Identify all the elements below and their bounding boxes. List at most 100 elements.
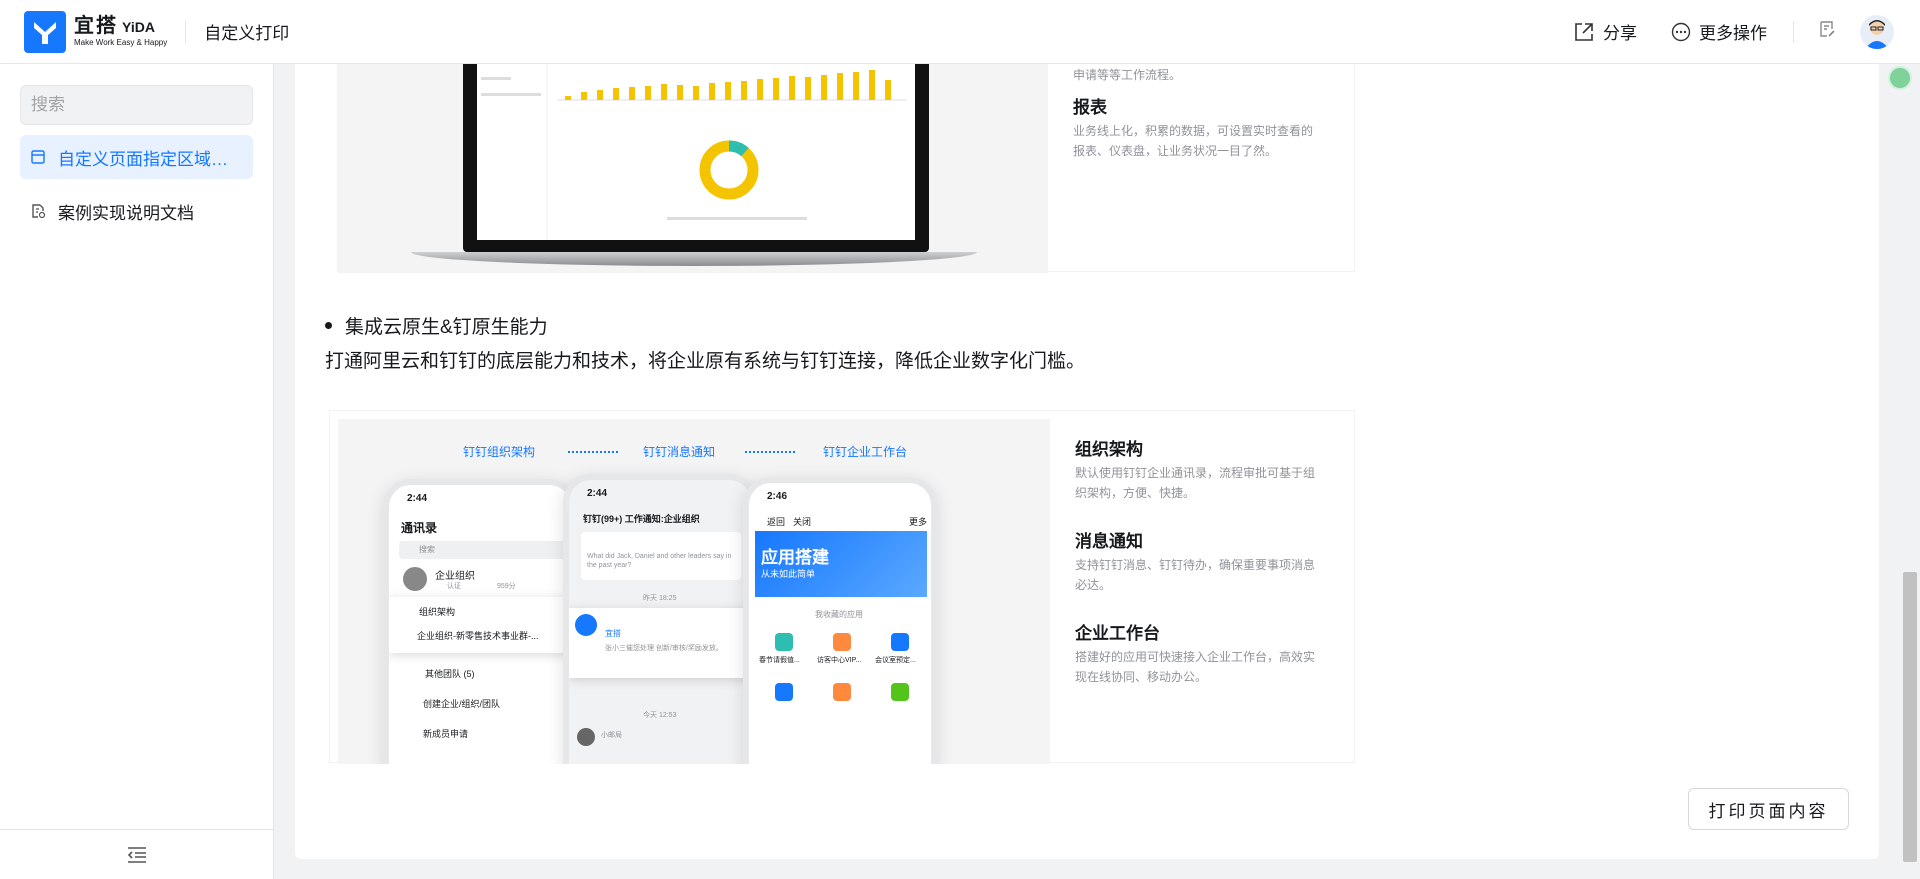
notes-button[interactable] xyxy=(1818,20,1836,43)
collapse-icon xyxy=(127,846,146,863)
sidebar-search[interactable] xyxy=(20,85,253,125)
scrollbar-thumb[interactable] xyxy=(1903,572,1917,862)
yida-logo[interactable]: 宜搭 YiDA Make Work Easy & Happy xyxy=(24,10,168,53)
feature-panel-dingtalk: 钉钉组织架构 钉钉消息通知 钉钉企业工作台 2:44 通讯录 搜索 企业组织 认… xyxy=(329,410,1355,764)
collapse-sidebar-button[interactable] xyxy=(0,829,273,879)
share-button[interactable]: 分享 xyxy=(1573,19,1637,44)
chat-msg: 张小三催您处理 创新/审核/奖励发放。 xyxy=(605,645,723,652)
thumbnail-bar xyxy=(581,92,587,100)
sidebar-item-docs[interactable]: 案例实现说明文档 xyxy=(20,189,253,233)
thumbnail-bar xyxy=(741,81,747,100)
thumbnail-bar xyxy=(837,73,843,100)
phone-messages: 2:44 钉钉(99+) 工作通知:企业组织 What did Jack, Da… xyxy=(563,474,757,764)
thumbnail-bar xyxy=(757,79,763,100)
tab-org: 钉钉组织架构 xyxy=(463,445,536,459)
sidebar-item-label: 案例实现说明文档 xyxy=(58,203,194,223)
org-structure: 组织架构 xyxy=(419,607,456,617)
chat-sender: 小邮局 xyxy=(601,732,622,739)
create-org: 创建企业/组织/团队 xyxy=(423,699,501,709)
feature-desc: 默认使用钉钉企业通讯录，流程审批可基于组织架构，方便、快捷。 xyxy=(1075,466,1316,500)
logo-sub: YiDA xyxy=(122,19,155,35)
share-label: 分享 xyxy=(1603,24,1637,43)
search-input[interactable] xyxy=(31,95,252,115)
logo-icon xyxy=(24,10,66,53)
page-scrollbar[interactable] xyxy=(1900,64,1920,879)
share-icon xyxy=(1575,22,1593,41)
phone-time: 2:44 xyxy=(407,493,428,504)
thumbnail-bar xyxy=(613,88,619,100)
floating-assistant-icon[interactable] xyxy=(1888,66,1912,90)
thumbnail-bar xyxy=(725,82,731,100)
thumbnail-bar xyxy=(661,84,667,100)
thumbnail-bar xyxy=(853,72,859,100)
report-title: 报表 xyxy=(1073,98,1107,117)
feature-title: 消息通知 xyxy=(1075,532,1143,551)
more-icon xyxy=(1671,22,1691,41)
chat-app: 宜搭 xyxy=(605,629,621,638)
feature-title: 企业工作台 xyxy=(1075,624,1160,643)
thumbnail-bar xyxy=(885,80,891,100)
sidebar: 自定义页面指定区域打印 案例实现说明文档 xyxy=(0,64,274,879)
org-badge: 认证 xyxy=(447,583,461,590)
app-item: 春节请假值... xyxy=(759,657,800,664)
app-item: 访客中心VIP... xyxy=(817,657,862,664)
more-label: 更多操作 xyxy=(1699,24,1767,43)
thumbnail-bar xyxy=(773,78,779,100)
more-actions-button[interactable]: 更多操作 xyxy=(1671,19,1767,44)
feature-desc-cut: 申请等等工作流程。 xyxy=(1073,68,1182,82)
phone-search: 搜索 xyxy=(419,545,435,554)
tab-connector xyxy=(568,451,618,453)
feature-desc: 支持钉钉消息、钉钉待办，确保重要事项消息必达。 xyxy=(1075,558,1316,592)
header-divider-right xyxy=(1793,20,1794,43)
chat-time: 今天 12:53 xyxy=(643,712,677,719)
thumbnail-bar xyxy=(597,90,603,100)
bullet-dot xyxy=(325,322,332,329)
thumbnail-bar xyxy=(629,87,635,100)
org-sub: 企业组织-新零售技术事业群-... xyxy=(417,631,539,641)
phone-time: 2:46 xyxy=(767,491,788,502)
user-avatar[interactable] xyxy=(1860,14,1894,49)
thumbnail-bar xyxy=(693,86,699,100)
chat-header: 钉钉(99+) 工作通知:企业组织 xyxy=(583,514,700,524)
more-link: 更多 xyxy=(909,517,928,527)
phone-title: 通讯录 xyxy=(401,521,438,535)
banner-sub: 从未如此简单 xyxy=(761,569,816,579)
logo-slogan: Make Work Easy & Happy xyxy=(74,38,168,47)
thumbnail-bar xyxy=(677,85,683,100)
org-name: 企业组织 xyxy=(435,571,475,582)
phones-image: 钉钉组织架构 钉钉消息通知 钉钉企业工作台 2:44 通讯录 搜索 企业组织 认… xyxy=(338,419,1050,764)
app-title: 自定义打印 xyxy=(204,24,290,43)
app-item: 会议室预定... xyxy=(875,657,916,664)
main-content: 申请等等工作流程。 报表 业务线上化，积累的数据，可设置实时查看的报表、仪表盘，… xyxy=(295,64,1879,859)
tab-message: 钉钉消息通知 xyxy=(643,445,716,459)
thumbnail-bar xyxy=(805,77,811,100)
header-divider xyxy=(185,19,187,44)
thumbnail-bar xyxy=(869,70,875,100)
phone-workbench: 2:46 返回 关闭 更多 应用搭建 从未如此简单 我收藏的应用 春节请假值..… xyxy=(743,477,937,764)
thumbnail-bar xyxy=(565,96,571,100)
tab-workbench: 钉钉企业工作台 xyxy=(823,445,908,459)
feature-panel-top: 申请等等工作流程。 报表 业务线上化，积累的数据，可设置实时查看的报表、仪表盘，… xyxy=(337,64,1355,273)
thumbnail-bar xyxy=(789,76,795,100)
notes-icon xyxy=(1820,21,1835,37)
sidebar-item-custom-print[interactable]: 自定义页面指定区域打印 xyxy=(20,135,253,179)
org-count: 959分 xyxy=(497,583,516,590)
other-teams: 其他团队 (5) xyxy=(425,669,475,679)
feature-desc: 搭建好的应用可快速接入企业工作台，高效实现在线协同、移动办公。 xyxy=(1075,650,1316,684)
fav-apps-label: 我收藏的应用 xyxy=(815,610,863,619)
phone-contacts: 2:44 通讯录 搜索 企业组织 认证 959分 组织架构 企业组织-新零售技术… xyxy=(383,479,577,764)
thumbnail-bar xyxy=(821,75,827,100)
top-bar: 宜搭 YiDA Make Work Easy & Happy 自定义打印 分享 更… xyxy=(0,0,1920,64)
new-member: 新成员申请 xyxy=(423,729,469,739)
back-link: 返回 xyxy=(767,517,786,527)
banner-title: 应用搭建 xyxy=(761,548,829,567)
close-link: 关闭 xyxy=(793,517,812,527)
print-page-button[interactable]: 打印页面内容 xyxy=(1688,788,1849,830)
feature-title: 组织架构 xyxy=(1075,440,1143,459)
logo-title: 宜搭 xyxy=(74,15,118,37)
bullet-item: 集成云原生&钉原生能力 xyxy=(325,312,548,339)
paragraph: 打通阿里云和钉钉的底层能力和技术，将企业原有系统与钉钉连接，降低企业数字化门槛。 xyxy=(325,351,1086,372)
sidebar-item-label: 自定义页面指定区域打印 xyxy=(58,149,243,169)
report-desc: 业务线上化，积累的数据，可设置实时查看的报表、仪表盘，让业务状况一目了然。 xyxy=(1073,124,1314,158)
bullet-text: 集成云原生&钉原生能力 xyxy=(345,317,548,338)
